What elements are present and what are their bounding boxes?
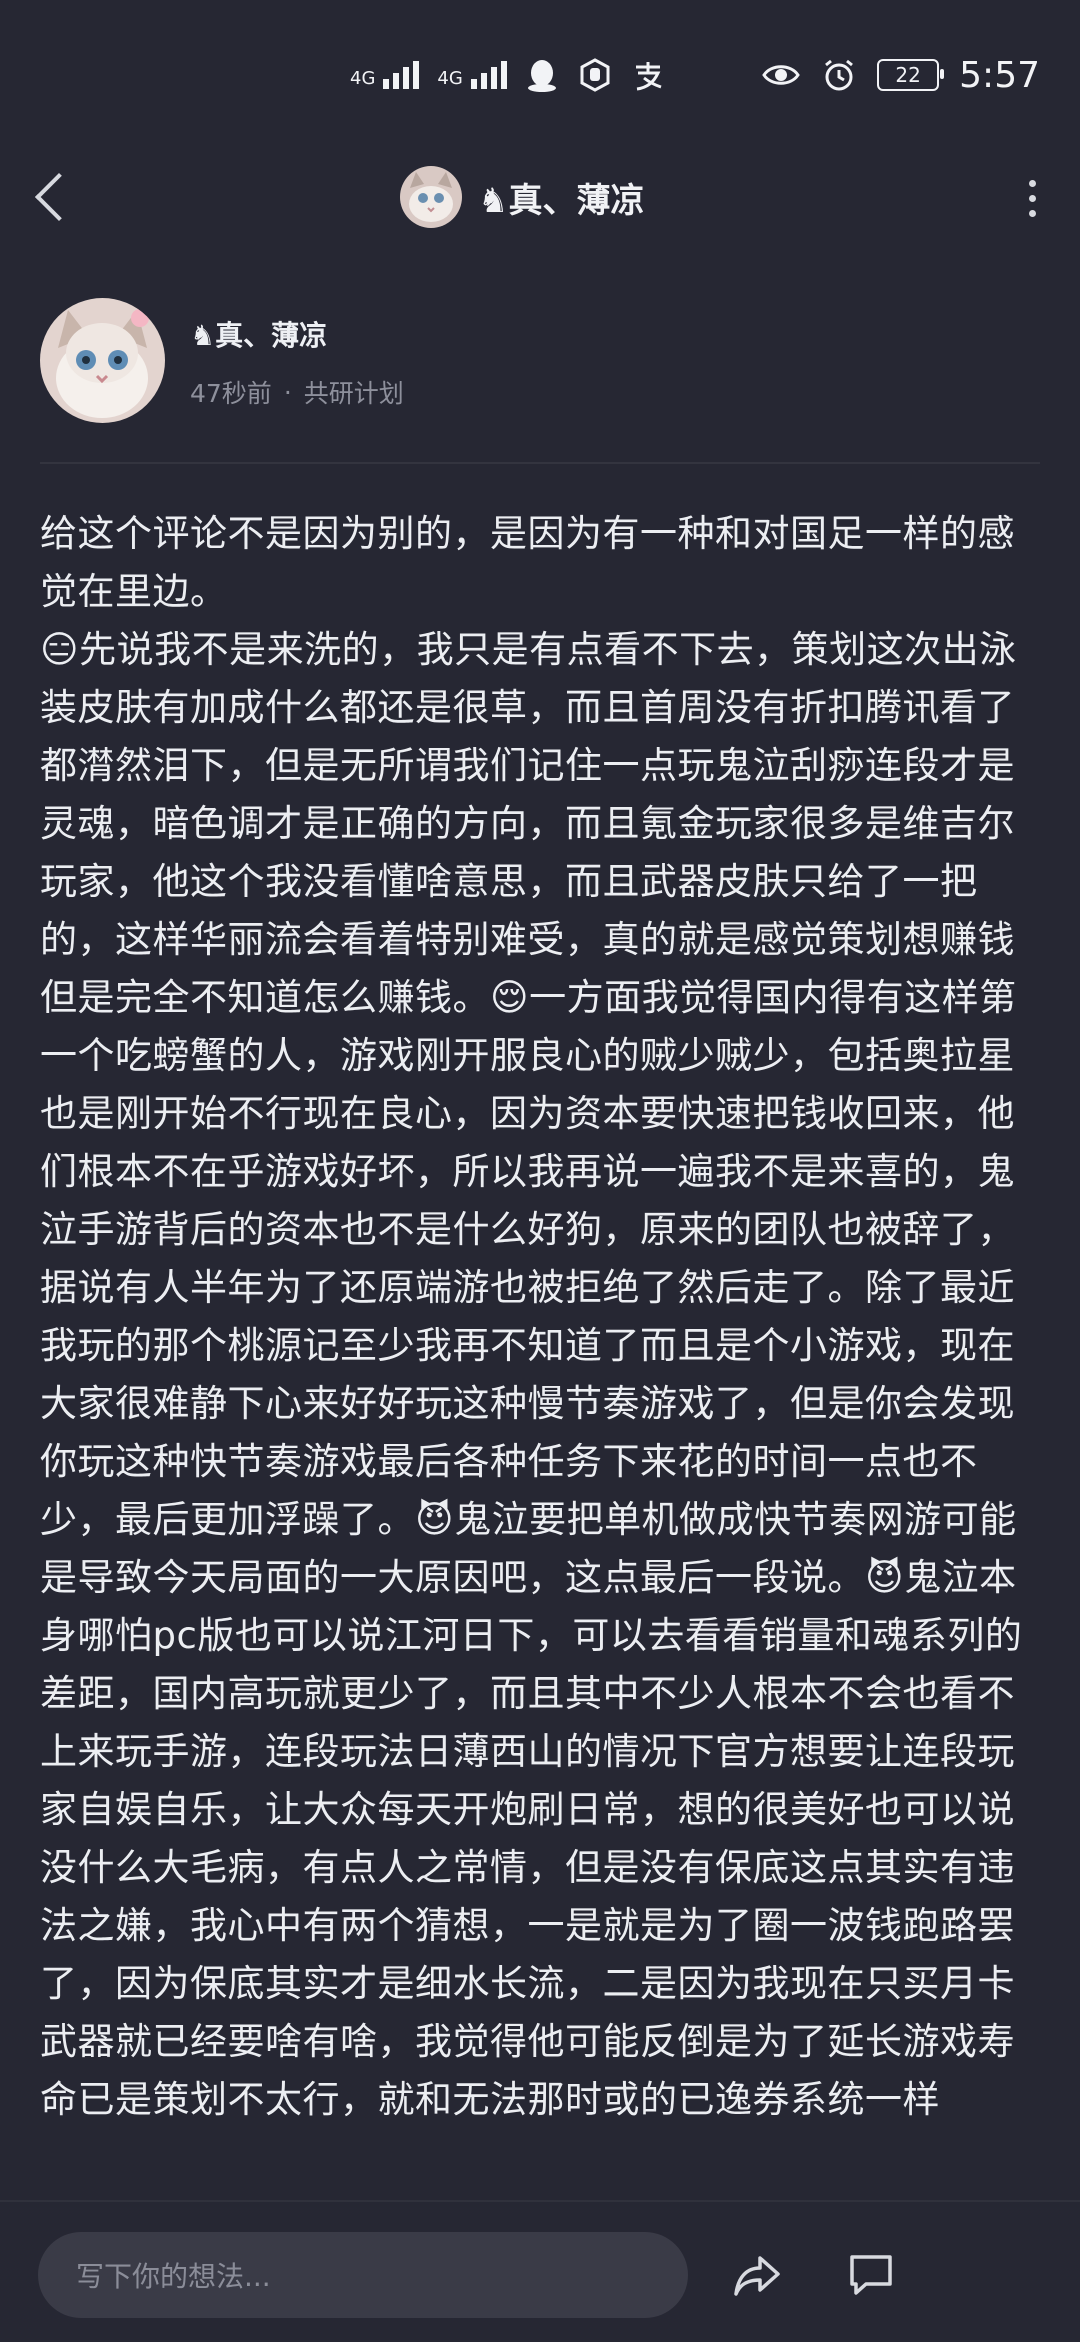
share-icon[interactable] bbox=[732, 2250, 782, 2300]
post-header: ♞真、薄凉 bbox=[0, 150, 1080, 250]
post-group[interactable]: 共研计划 bbox=[304, 374, 404, 410]
signal-icon-2: 4G bbox=[437, 61, 507, 89]
signal-icon: 4G bbox=[350, 61, 420, 89]
hand-app-icon bbox=[580, 58, 610, 92]
author-row: ♞真、薄凉 47秒前 · 共研计划 bbox=[40, 298, 1040, 428]
network-label-2: 4G bbox=[437, 68, 463, 89]
header-avatar[interactable] bbox=[400, 166, 462, 228]
eye-icon bbox=[762, 65, 800, 85]
divider bbox=[40, 462, 1040, 464]
more-options-icon[interactable] bbox=[1029, 180, 1036, 217]
post-meta: 47秒前 · 共研计划 bbox=[190, 374, 404, 410]
meta-separator: · bbox=[283, 377, 292, 407]
comment-icon[interactable] bbox=[846, 2252, 896, 2298]
qq-icon bbox=[527, 60, 556, 92]
author-avatar[interactable] bbox=[40, 298, 165, 423]
author-name[interactable]: ♞真、薄凉 bbox=[190, 314, 327, 354]
alipay-icon bbox=[635, 62, 662, 91]
status-left-icons: 4G 4G bbox=[350, 57, 665, 93]
bottom-action-bar: 写下你的想法... bbox=[0, 2200, 1080, 2342]
back-icon[interactable] bbox=[34, 172, 84, 222]
battery-level: 22 bbox=[895, 63, 921, 87]
header-title: ♞真、薄凉 bbox=[478, 180, 645, 221]
post-time: 47秒前 bbox=[190, 379, 272, 408]
comment-input[interactable]: 写下你的想法... bbox=[38, 2232, 688, 2318]
clock: 5:57 bbox=[959, 54, 1040, 96]
status-bar: 4G 4G 22 5:57 bbox=[0, 0, 1080, 150]
status-right-icons: 22 5:57 bbox=[761, 55, 1040, 96]
post-body: 给这个评论不是因为别的，是因为有一种和对国足一样的感觉在里边。 😑先说我不是来洗… bbox=[40, 512, 1023, 2121]
battery-icon: 22 bbox=[877, 59, 945, 91]
alarm-icon bbox=[825, 59, 854, 91]
header-user[interactable]: ♞真、薄凉 bbox=[400, 166, 644, 228]
network-label: 4G bbox=[350, 68, 376, 89]
